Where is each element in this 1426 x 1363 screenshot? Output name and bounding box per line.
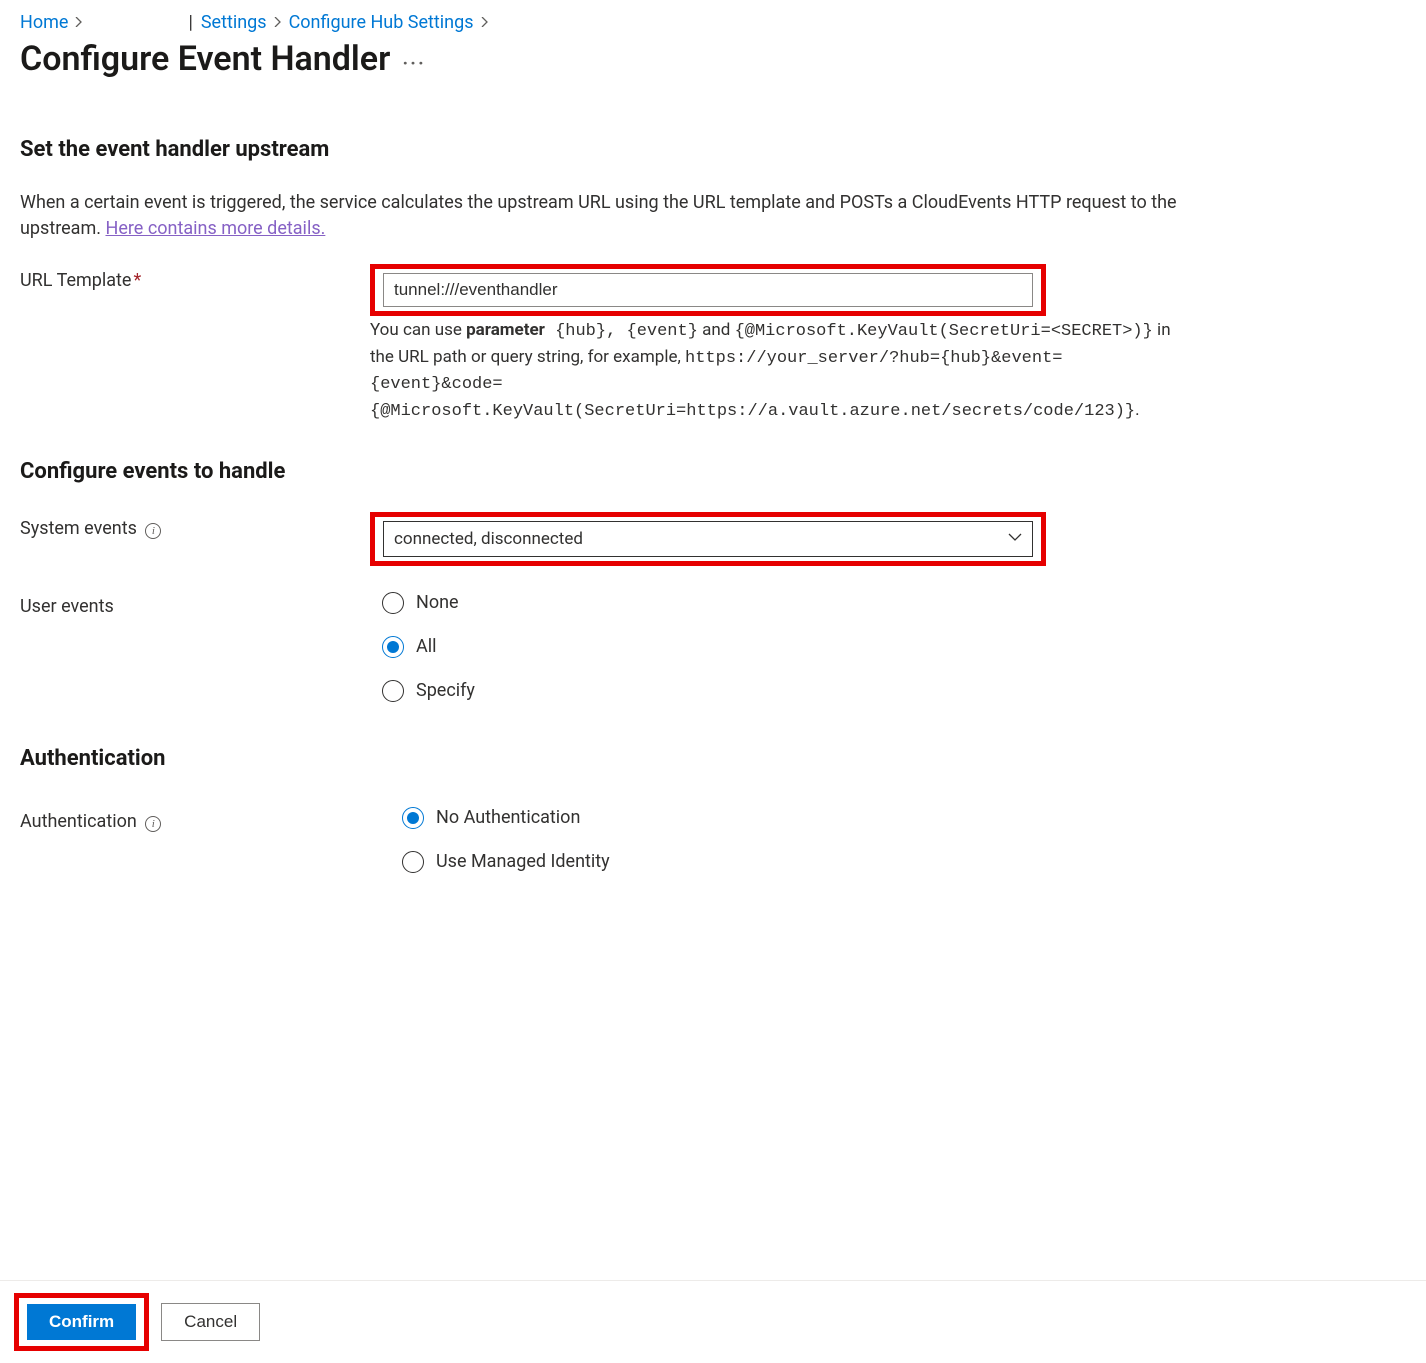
breadcrumb-settings[interactable]: Settings <box>201 12 267 33</box>
breadcrumb-home[interactable]: Home <box>20 12 68 33</box>
radio-label: Use Managed Identity <box>436 851 610 872</box>
breadcrumb-configure-hub[interactable]: Configure Hub Settings <box>289 12 474 33</box>
radio-icon <box>382 680 404 702</box>
radio-label: No Authentication <box>436 807 580 828</box>
confirm-highlight: Confirm <box>14 1293 149 1351</box>
user-events-none[interactable]: None <box>382 592 1406 614</box>
page-title-text: Configure Event Handler <box>20 39 390 79</box>
section-auth-heading: Authentication <box>20 746 1406 771</box>
url-template-highlight <box>370 264 1046 316</box>
section-upstream-heading: Set the event handler upstream <box>20 137 1406 162</box>
chevron-right-icon <box>273 15 283 31</box>
system-events-highlight: connected, disconnected <box>370 512 1046 566</box>
system-events-value: connected, disconnected <box>394 529 583 549</box>
upstream-details-link[interactable]: Here contains more details. <box>105 218 325 239</box>
breadcrumb: Home | Settings Configure Hub Settings <box>20 12 1406 33</box>
system-events-select[interactable]: connected, disconnected <box>383 521 1033 557</box>
user-events-radio-group: None All Specify <box>382 590 1406 702</box>
radio-label: None <box>416 592 459 613</box>
user-events-specify[interactable]: Specify <box>382 680 1406 702</box>
url-template-input[interactable] <box>383 273 1033 307</box>
page-title: Configure Event Handler ··· <box>20 39 1406 79</box>
user-events-all[interactable]: All <box>382 636 1406 658</box>
url-template-label: URL Template* <box>20 264 370 291</box>
url-template-hint: You can use parameter {hub}, {event} and… <box>370 318 1190 425</box>
system-events-label: System events i <box>20 512 370 539</box>
auth-radio-group: No Authentication Use Managed Identity <box>402 805 1406 873</box>
radio-label: All <box>416 636 437 657</box>
radio-icon <box>382 636 404 658</box>
auth-managed[interactable]: Use Managed Identity <box>402 851 1406 873</box>
chevron-down-icon <box>1008 531 1022 547</box>
user-events-label: User events <box>20 590 370 617</box>
footer-actions: Confirm Cancel <box>0 1280 1426 1363</box>
authentication-label: Authentication i <box>20 805 370 832</box>
breadcrumb-divider: | <box>186 12 194 33</box>
radio-icon <box>382 592 404 614</box>
chevron-right-icon <box>74 15 84 31</box>
section-events-heading: Configure events to handle <box>20 459 1406 484</box>
radio-label: Specify <box>416 680 475 701</box>
auth-none[interactable]: No Authentication <box>402 807 1406 829</box>
more-actions-icon[interactable]: ··· <box>402 43 426 75</box>
info-icon[interactable]: i <box>145 523 161 539</box>
cancel-button[interactable]: Cancel <box>161 1303 260 1341</box>
info-icon[interactable]: i <box>145 816 161 832</box>
radio-icon <box>402 807 424 829</box>
chevron-right-icon <box>480 15 490 31</box>
radio-icon <box>402 851 424 873</box>
confirm-button[interactable]: Confirm <box>27 1304 136 1340</box>
upstream-description: When a certain event is triggered, the s… <box>20 190 1200 242</box>
